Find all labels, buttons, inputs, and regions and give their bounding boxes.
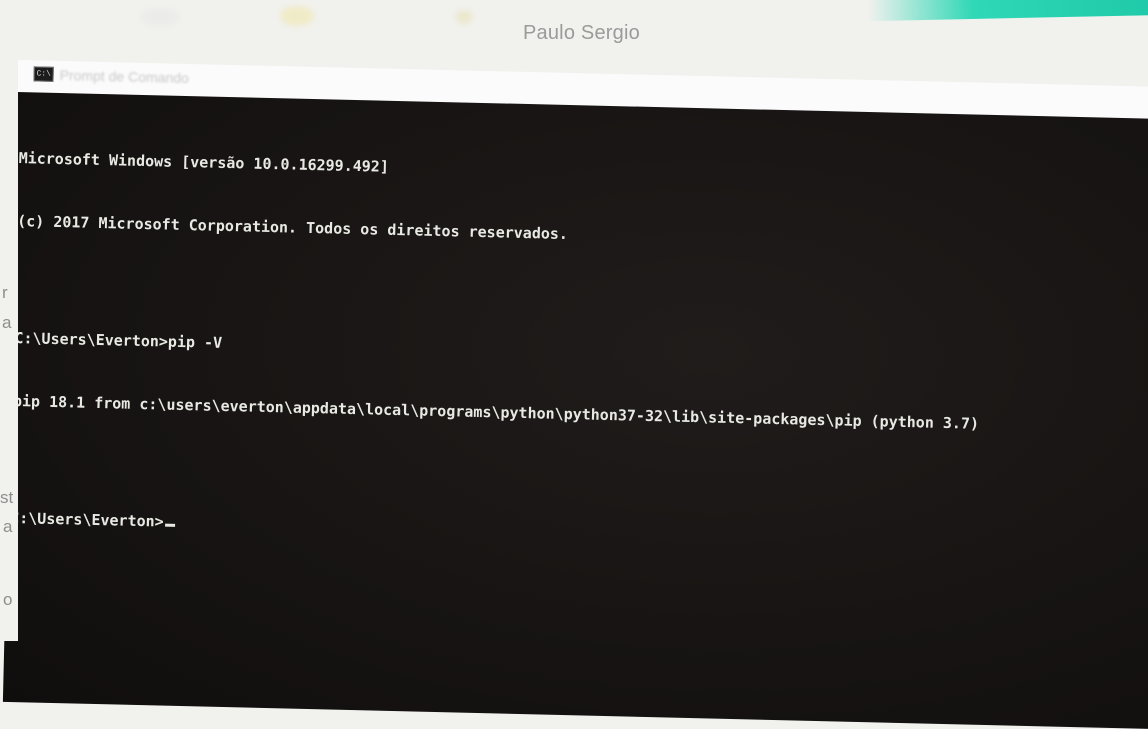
background-glare <box>140 8 180 26</box>
console-line: C:\Users\Everton>pip -V <box>14 328 223 352</box>
console-prompt-line[interactable]: C:\Users\Everton> <box>10 508 977 552</box>
background-text-fragment: a <box>2 313 12 332</box>
text-cursor <box>164 523 175 527</box>
window-title: Prompt de Comando <box>59 66 189 87</box>
console-line: (c) 2017 Microsoft Corporation. Todos os… <box>16 212 569 244</box>
cmd-icon: C:\ <box>33 66 54 82</box>
command-prompt-window[interactable]: C:\ Prompt de Comando Microsoft Windows … <box>2 60 1148 729</box>
browser-user-name: Paulo Sergio <box>523 22 640 44</box>
console-prompt: C:\Users\Everton> <box>9 508 164 531</box>
background-text-fragment: o <box>3 590 13 609</box>
console-output: Microsoft Windows [versão 10.0.16299.492… <box>9 106 986 594</box>
accent-band <box>867 0 1148 22</box>
background-text-fragment: a <box>3 517 13 536</box>
background-text-fragment: r <box>2 283 8 302</box>
console-line: Microsoft Windows [versão 10.0.16299.492… <box>18 149 390 176</box>
console-line: pip 18.1 from c:\users\everton\appdata\l… <box>12 391 980 433</box>
background-text-fragment: st <box>0 488 14 507</box>
console-area[interactable]: Microsoft Windows [versão 10.0.16299.492… <box>2 91 1148 729</box>
background-glare <box>455 10 473 24</box>
background-glare <box>280 6 314 26</box>
